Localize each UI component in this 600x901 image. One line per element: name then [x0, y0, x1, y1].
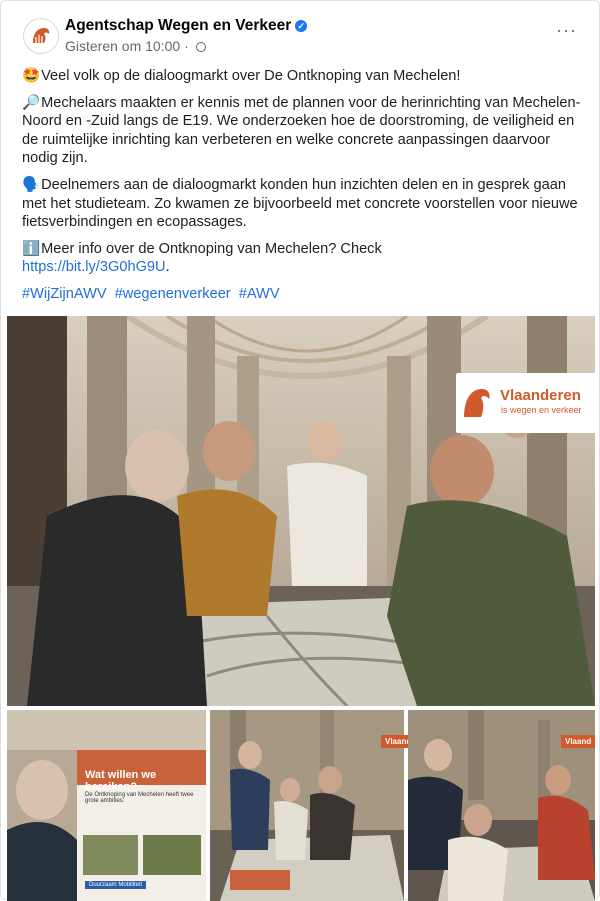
badge-title: Vlaanderen [500, 387, 581, 404]
verified-checkmark-icon: ✓ [295, 20, 308, 32]
post-header: Agentschap Wegen en Verkeer ✓ Gisteren om… [19, 15, 581, 59]
page-avatar[interactable] [23, 18, 59, 54]
vlaanderen-badge: Vlaanderen is wegen en verkeer [456, 373, 596, 433]
hashtag-list: #WijZijnAWV #wegenenverkeer #AWV [22, 285, 587, 304]
star-struck-emoji-icon: 🤩 [22, 68, 41, 84]
thumbnail-2-illustration [210, 710, 404, 901]
post-paragraph-3: 🗣️ Deelnemers aan de dialoogmarkt konden… [22, 176, 587, 232]
hashtag-wegenenverkeer[interactable]: #wegenenverkeer [115, 286, 231, 302]
thumbnail-1-illustration [7, 710, 206, 901]
magnifier-emoji-icon: 🔎 [22, 94, 41, 111]
globe-icon [195, 42, 206, 52]
facebook-post: Agentschap Wegen en Verkeer ✓ Gisteren om… [0, 0, 600, 901]
photo-thumbnail-2[interactable] [210, 710, 404, 901]
page-name-text[interactable]: Agentschap Wegen en Verkeer [65, 17, 291, 34]
photo-thumbnail-1[interactable] [7, 710, 206, 901]
post-line-1-text: Veel volk op de dialoogmarkt over De Ont… [41, 68, 461, 84]
post-meta: Gisteren om 10:00 · [65, 38, 206, 54]
more-options-button[interactable]: ··· [556, 20, 577, 40]
hashtag-awv[interactable]: #AWV [239, 286, 280, 302]
post-paragraph-4: ℹ️ Meer info over de Ontknoping van Mech… [22, 240, 587, 277]
lion-brand-icon [464, 389, 490, 417]
post-paragraph-3-text: Deelnemers aan de dialoogmarkt konden hu… [22, 176, 578, 231]
thumbnail-3-badge: Vlaand [561, 735, 596, 748]
badge-subtitle: is wegen en verkeer [501, 405, 582, 415]
post-paragraph-4-text: Meer info over de Ontknoping van Mechele… [41, 240, 382, 257]
poster-button-label: Duurzaam Mobiliteit [85, 881, 147, 889]
hashtag-wijzijnawv[interactable]: #WijZijnAWV [22, 286, 107, 302]
poster-text: De Ontknoping van Mechelen heeft twee gr… [85, 792, 194, 804]
post-text: 🤩 Veel volk op de dialoogmarkt over De O… [22, 67, 587, 312]
info-link[interactable]: https://bit.ly/3G0hG9U [22, 259, 166, 275]
post-paragraph-2-text: Mechelaars maakten er kennis met de plan… [22, 94, 581, 167]
poster-title: Wat willen we bereiken? [85, 769, 157, 793]
page-name[interactable]: Agentschap Wegen en Verkeer ✓ [65, 17, 308, 35]
post-paragraph-2: 🔎 Mechelaars maakten er kennis met de pl… [22, 94, 587, 168]
more-horizontal-icon: ··· [556, 20, 577, 40]
lion-logo-icon [24, 19, 58, 53]
link-suffix: . [165, 259, 170, 276]
speaking-head-emoji-icon: 🗣️ [22, 176, 41, 193]
meta-separator: · [184, 38, 189, 54]
info-emoji-icon: ℹ️ [22, 240, 41, 257]
post-timestamp[interactable]: Gisteren om 10:00 [65, 38, 180, 54]
post-line-1: 🤩 Veel volk op de dialoogmarkt over De O… [22, 67, 587, 86]
